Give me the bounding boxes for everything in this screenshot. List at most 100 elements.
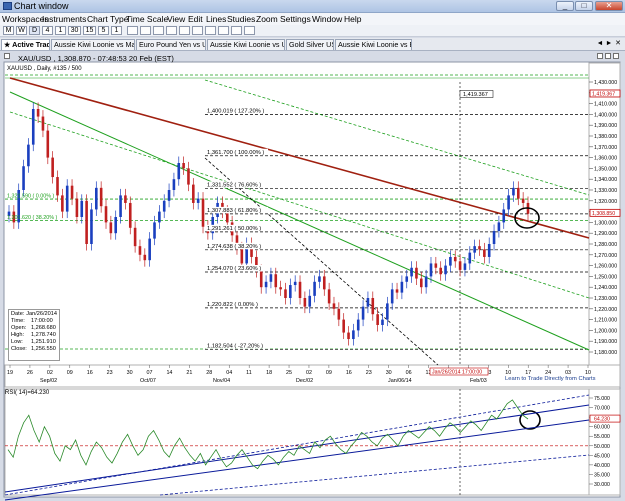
learn-link[interactable]: Learn to Trade Directly from Charts bbox=[505, 376, 596, 382]
candle-body bbox=[133, 227, 137, 247]
candle-body bbox=[182, 163, 185, 169]
pane-menu-icon[interactable] bbox=[4, 53, 10, 59]
price-tick-label: 1,200.000 bbox=[594, 328, 617, 334]
price-highlight-label: 1,308.850 bbox=[592, 211, 615, 217]
candle-body bbox=[36, 109, 40, 117]
date-tick-label: 19 bbox=[7, 370, 13, 376]
candle-body bbox=[279, 287, 282, 290]
candle-body bbox=[284, 289, 287, 298]
fib-label: 1,331.552 ( 76.60% ) bbox=[207, 182, 261, 188]
candle-body bbox=[274, 274, 278, 288]
rsi-tick-label: 60.000 bbox=[594, 425, 610, 431]
pane-close-icon[interactable] bbox=[613, 53, 619, 59]
candle-body bbox=[400, 281, 404, 293]
price-tick-label: 1,240.000 bbox=[594, 285, 617, 291]
date-tick-label: 02 bbox=[47, 370, 53, 376]
date-tick-label: 21 bbox=[186, 370, 192, 376]
price-tick-label: 1,290.000 bbox=[594, 231, 617, 237]
candle-body bbox=[119, 195, 122, 217]
candle-body bbox=[458, 261, 462, 270]
date-tick-label: 07 bbox=[147, 370, 153, 376]
candle-body bbox=[473, 246, 476, 253]
candle-body bbox=[497, 222, 501, 232]
price-tick-label: 1,380.000 bbox=[594, 134, 617, 140]
candle-body bbox=[449, 256, 452, 266]
candle-body bbox=[352, 330, 355, 340]
candle-body bbox=[318, 276, 321, 282]
candle-body bbox=[405, 276, 409, 282]
candle-body bbox=[483, 249, 486, 257]
candle-body bbox=[313, 281, 316, 296]
price-tick-label: 1,410.000 bbox=[594, 102, 617, 108]
candle-body bbox=[453, 256, 457, 262]
candle-body bbox=[167, 190, 171, 201]
candle-body bbox=[327, 289, 331, 304]
candle-body bbox=[303, 298, 307, 307]
candle-body bbox=[114, 217, 118, 234]
candle-body bbox=[289, 285, 292, 298]
date-tick-label: 18 bbox=[266, 370, 272, 376]
candle-body bbox=[85, 200, 88, 244]
rsi-current-label: 64.230 bbox=[594, 417, 610, 423]
rsi-tick-label: 35.000 bbox=[594, 472, 610, 478]
chart-canvas[interactable]: 1,400.019 ( 127.20% ) 1,361.700 ( 100.00%… bbox=[0, 0, 625, 501]
candle-body bbox=[415, 267, 418, 279]
price-tick-label: 1,280.000 bbox=[594, 242, 617, 248]
candle-body bbox=[22, 166, 25, 190]
price-tick-label: 1,330.000 bbox=[594, 188, 617, 194]
date-month-label: Nov/04 bbox=[213, 378, 230, 384]
candle-body bbox=[439, 267, 442, 275]
info-row: Close: 1,256.550 bbox=[11, 346, 56, 352]
candle-body bbox=[395, 289, 399, 293]
date-tick-label: 02 bbox=[306, 370, 312, 376]
candle-body bbox=[512, 187, 515, 196]
price-tick-label: 1,190.000 bbox=[594, 339, 617, 345]
date-tick-label: 11 bbox=[246, 370, 252, 376]
candle-body bbox=[308, 295, 312, 307]
top-marker-label: 1,419.367 bbox=[463, 92, 488, 98]
date-month-label: Jan/06/14 bbox=[388, 378, 412, 384]
date-tick-label: 16 bbox=[87, 370, 93, 376]
price-highlight-label: 1,419.367 bbox=[592, 91, 615, 97]
green-fib-label: 1,321.590 ( 0.00% ) bbox=[7, 194, 55, 200]
candle-body bbox=[337, 308, 341, 320]
candle-body bbox=[259, 271, 263, 288]
candle-body bbox=[502, 209, 506, 223]
price-tick-label: 1,250.000 bbox=[594, 274, 617, 280]
candle-body bbox=[31, 109, 35, 145]
pane-minimize-icon[interactable] bbox=[597, 53, 603, 59]
info-row: Time: 17:00:00 bbox=[11, 318, 53, 324]
candle-body bbox=[240, 248, 244, 264]
candle-body bbox=[269, 274, 273, 282]
rsi-title: RSI( 14)=64.230 bbox=[5, 390, 50, 396]
candle-body bbox=[148, 238, 151, 261]
candle-body bbox=[41, 116, 45, 131]
date-tick-label: 28 bbox=[206, 370, 212, 376]
candle-body bbox=[293, 281, 297, 286]
candle-body bbox=[298, 281, 302, 298]
price-tick-label: 1,360.000 bbox=[594, 156, 617, 162]
fib-label: 1,182.504 ( -27.20% ) bbox=[207, 343, 263, 349]
candle-body bbox=[158, 211, 161, 223]
rsi-tick-label: 70.000 bbox=[594, 406, 610, 412]
rsi-tick-label: 40.000 bbox=[594, 463, 610, 469]
candle-body bbox=[70, 185, 74, 199]
price-tick-label: 1,180.000 bbox=[594, 350, 617, 356]
candle-body bbox=[196, 198, 200, 203]
pane-maximize-icon[interactable] bbox=[605, 53, 611, 59]
candle-body bbox=[366, 298, 370, 307]
candle-body bbox=[143, 254, 147, 261]
price-tick-label: 1,300.000 bbox=[594, 220, 617, 226]
candle-body bbox=[356, 319, 360, 331]
candle-body bbox=[187, 168, 190, 185]
info-row: Open: 1,268.680 bbox=[11, 325, 56, 331]
price-tick-label: 1,370.000 bbox=[594, 145, 617, 151]
candle-body bbox=[424, 276, 428, 288]
candle-body bbox=[521, 198, 525, 203]
date-tick-label: 26 bbox=[27, 370, 33, 376]
date-tick-label: 06 bbox=[406, 370, 412, 376]
price-tick-label: 1,350.000 bbox=[594, 166, 617, 172]
candle-body bbox=[201, 198, 205, 227]
rsi-tick-label: 45.000 bbox=[594, 453, 610, 459]
candle-body bbox=[95, 187, 98, 210]
